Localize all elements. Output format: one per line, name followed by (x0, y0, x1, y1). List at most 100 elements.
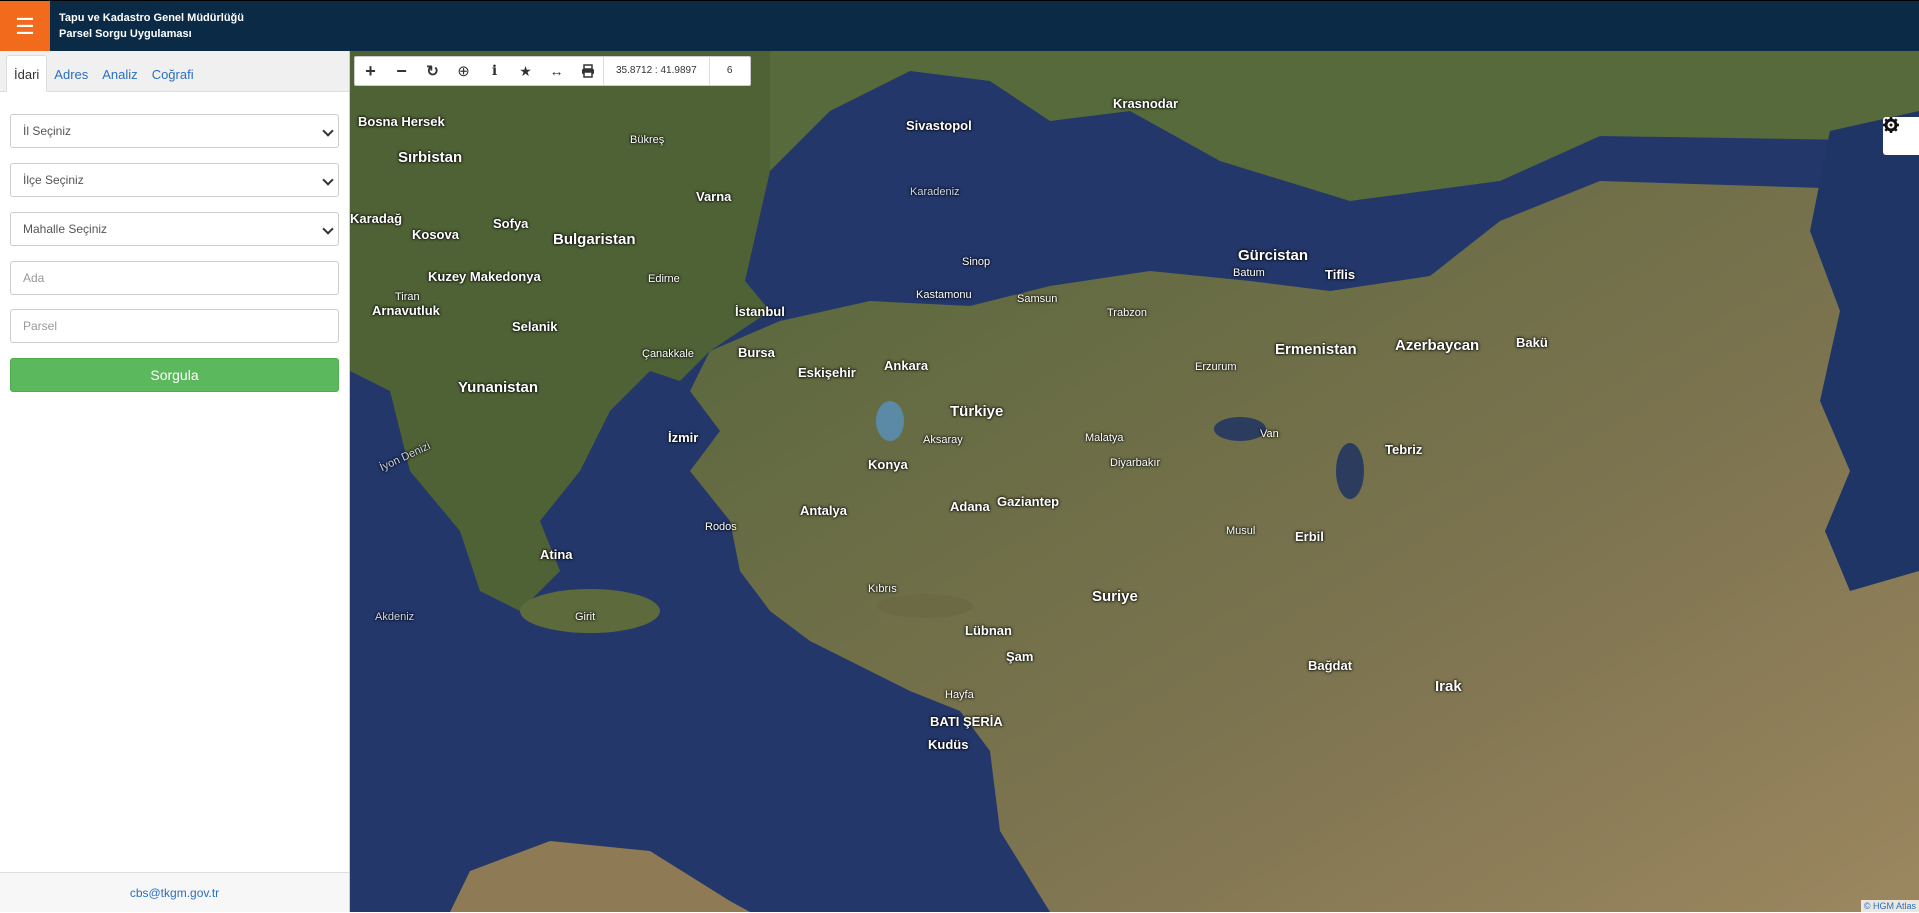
mahalle-select[interactable]: Mahalle Seçiniz (10, 212, 339, 246)
menu-icon: ☰ (15, 14, 35, 39)
label-suriye: Suriye (1092, 588, 1138, 605)
label-istanbul: İstanbul (735, 304, 785, 319)
label-gurcistan: Gürcistan (1238, 247, 1309, 264)
map-terrain (350, 51, 1919, 912)
locate-button[interactable]: ⊕ (448, 57, 479, 85)
coordinate-readout: 35.8712 : 41.9897 (603, 57, 710, 85)
app-subtitle: Parsel Sorgu Uygulaması (59, 28, 192, 40)
label-aksaray: Aksaray (923, 434, 963, 446)
refresh-icon: ↻ (426, 63, 439, 80)
lake-van (1214, 417, 1266, 441)
org-title: Tapu ve Kadastro Genel Müdürlüğü (59, 12, 244, 24)
zoom-in-button[interactable]: + (355, 57, 386, 85)
minus-icon: − (396, 60, 407, 81)
il-select[interactable]: İl Seçiniz (10, 114, 339, 148)
sidebar: İdari Adres Analiz Coğrafi İl Seçiniz İlçe … (0, 51, 350, 912)
label-lubnan: Lübnan (965, 623, 1012, 638)
label-batum: Batum (1233, 267, 1265, 279)
label-antalya: Antalya (800, 503, 847, 518)
label-turkiye: Türkiye (950, 403, 1004, 420)
tab-cografi[interactable]: Coğrafi (145, 56, 201, 93)
label-atina: Atina (540, 547, 573, 562)
label-edirne: Edirne (648, 273, 680, 285)
label-malatya: Malatya (1085, 432, 1124, 444)
label-gaziantep: Gaziantep (997, 494, 1060, 509)
app-header: ☰ Tapu ve Kadastro Genel Müdürlüğü Parse… (0, 0, 1919, 52)
label-krasnodar: Krasnodar (1113, 96, 1179, 111)
print-button[interactable] (572, 57, 603, 85)
label-diyarbakir: Diyarbakır (1110, 457, 1161, 469)
label-bosna: Bosna Hersek (358, 114, 445, 129)
label-erbil: Erbil (1295, 529, 1324, 544)
map-toolbar: + − ↻ ⊕ i ★ ↔ 35.8712 : 41.9897 6 (354, 56, 751, 86)
label-tebriz: Tebriz (1385, 442, 1423, 457)
measure-icon: ↔ (549, 63, 564, 79)
label-tiran: Tiran (395, 291, 420, 303)
zoom-out-button[interactable]: − (386, 57, 417, 85)
label-kudus: Kudüs (928, 737, 969, 752)
label-arnavutluk: Arnavutluk (372, 303, 440, 318)
label-kuzey-makedonya: Kuzey Makedonya (428, 269, 541, 284)
label-canakkale: Çanakkale (642, 348, 694, 360)
label-erzurum: Erzurum (1195, 361, 1237, 373)
label-azerbaycan: Azerbaycan (1395, 337, 1480, 354)
label-baku: Bakü (1516, 335, 1548, 350)
label-van: Van (1260, 428, 1279, 440)
label-rodos: Rodos (705, 521, 737, 533)
label-akdeniz: Akdeniz (375, 611, 415, 623)
label-konya: Konya (868, 457, 908, 472)
ada-input[interactable]: Ada (10, 261, 339, 295)
label-hayfa: Hayfa (945, 689, 974, 701)
label-tiflis: Tiflis (1325, 267, 1356, 282)
plus-icon: + (365, 60, 376, 81)
sidebar-footer: cbs@tkgm.gov.tr (0, 872, 349, 912)
print-icon (581, 64, 594, 78)
label-sivastopol: Sivastopol (906, 118, 972, 133)
label-sirbistan: Sırbistan (398, 149, 463, 166)
label-kastamonu: Kastamonu (916, 289, 972, 301)
app-title: Tapu ve Kadastro Genel Müdürlüğü Parsel … (59, 10, 244, 42)
label-musul: Musul (1226, 525, 1256, 537)
measure-button[interactable]: ↔ (541, 57, 572, 85)
label-izmir: İzmir (668, 430, 699, 445)
crosshair-icon: ⊕ (457, 63, 470, 80)
parsel-input[interactable]: Parsel (10, 309, 339, 343)
menu-button[interactable]: ☰ (0, 1, 50, 52)
label-samsun: Samsun (1017, 293, 1058, 305)
label-selanik: Selanik (512, 319, 558, 334)
label-bursa: Bursa (738, 345, 775, 360)
label-adana: Adana (950, 499, 990, 514)
label-sofya: Sofya (493, 216, 529, 231)
label-sam: Şam (1006, 649, 1034, 664)
label-bukres: Bükreş (630, 134, 665, 146)
settings-button[interactable] (1883, 117, 1919, 155)
star-icon: ★ (519, 62, 532, 79)
zoom-level: 6 (726, 65, 733, 76)
label-karadag: Karadağ (350, 211, 403, 226)
label-yunanistan: Yunanistan (458, 379, 539, 396)
tab-idari[interactable]: İdari (6, 55, 48, 92)
cyprus-island (877, 594, 973, 618)
info-button[interactable]: i (479, 57, 510, 85)
label-sinop: Sinop (962, 256, 991, 268)
map-view[interactable]: Türkiye Karadeniz Akdeniz İyon Denizi Bu… (350, 51, 1919, 912)
label-ermenistan: Ermenistan (1275, 341, 1357, 358)
label-bulgaristan: Bulgaristan (553, 231, 636, 248)
ilce-select[interactable]: İlçe Seçiniz (10, 163, 339, 197)
map-attribution[interactable]: © HGM Atlas (1860, 900, 1919, 912)
refresh-button[interactable]: ↻ (417, 57, 448, 85)
label-irak: Irak (1435, 678, 1462, 695)
label-girit: Girit (575, 611, 596, 623)
label-kosova: Kosova (412, 227, 459, 242)
favorite-button[interactable]: ★ (510, 57, 541, 85)
tab-adres[interactable]: Adres (47, 56, 95, 93)
tab-analiz[interactable]: Analiz (95, 56, 144, 93)
contact-email-link[interactable]: cbs@tkgm.gov.tr (130, 886, 219, 900)
gear-icon (1883, 117, 1899, 133)
label-kibris: Kıbrıs (868, 583, 897, 595)
salt-lake (876, 401, 904, 441)
query-button[interactable]: Sorgula (10, 358, 339, 392)
label-karadeniz: Karadeniz (910, 186, 960, 198)
label-ankara: Ankara (884, 358, 929, 373)
label-eskisehir: Eskişehir (798, 365, 856, 380)
